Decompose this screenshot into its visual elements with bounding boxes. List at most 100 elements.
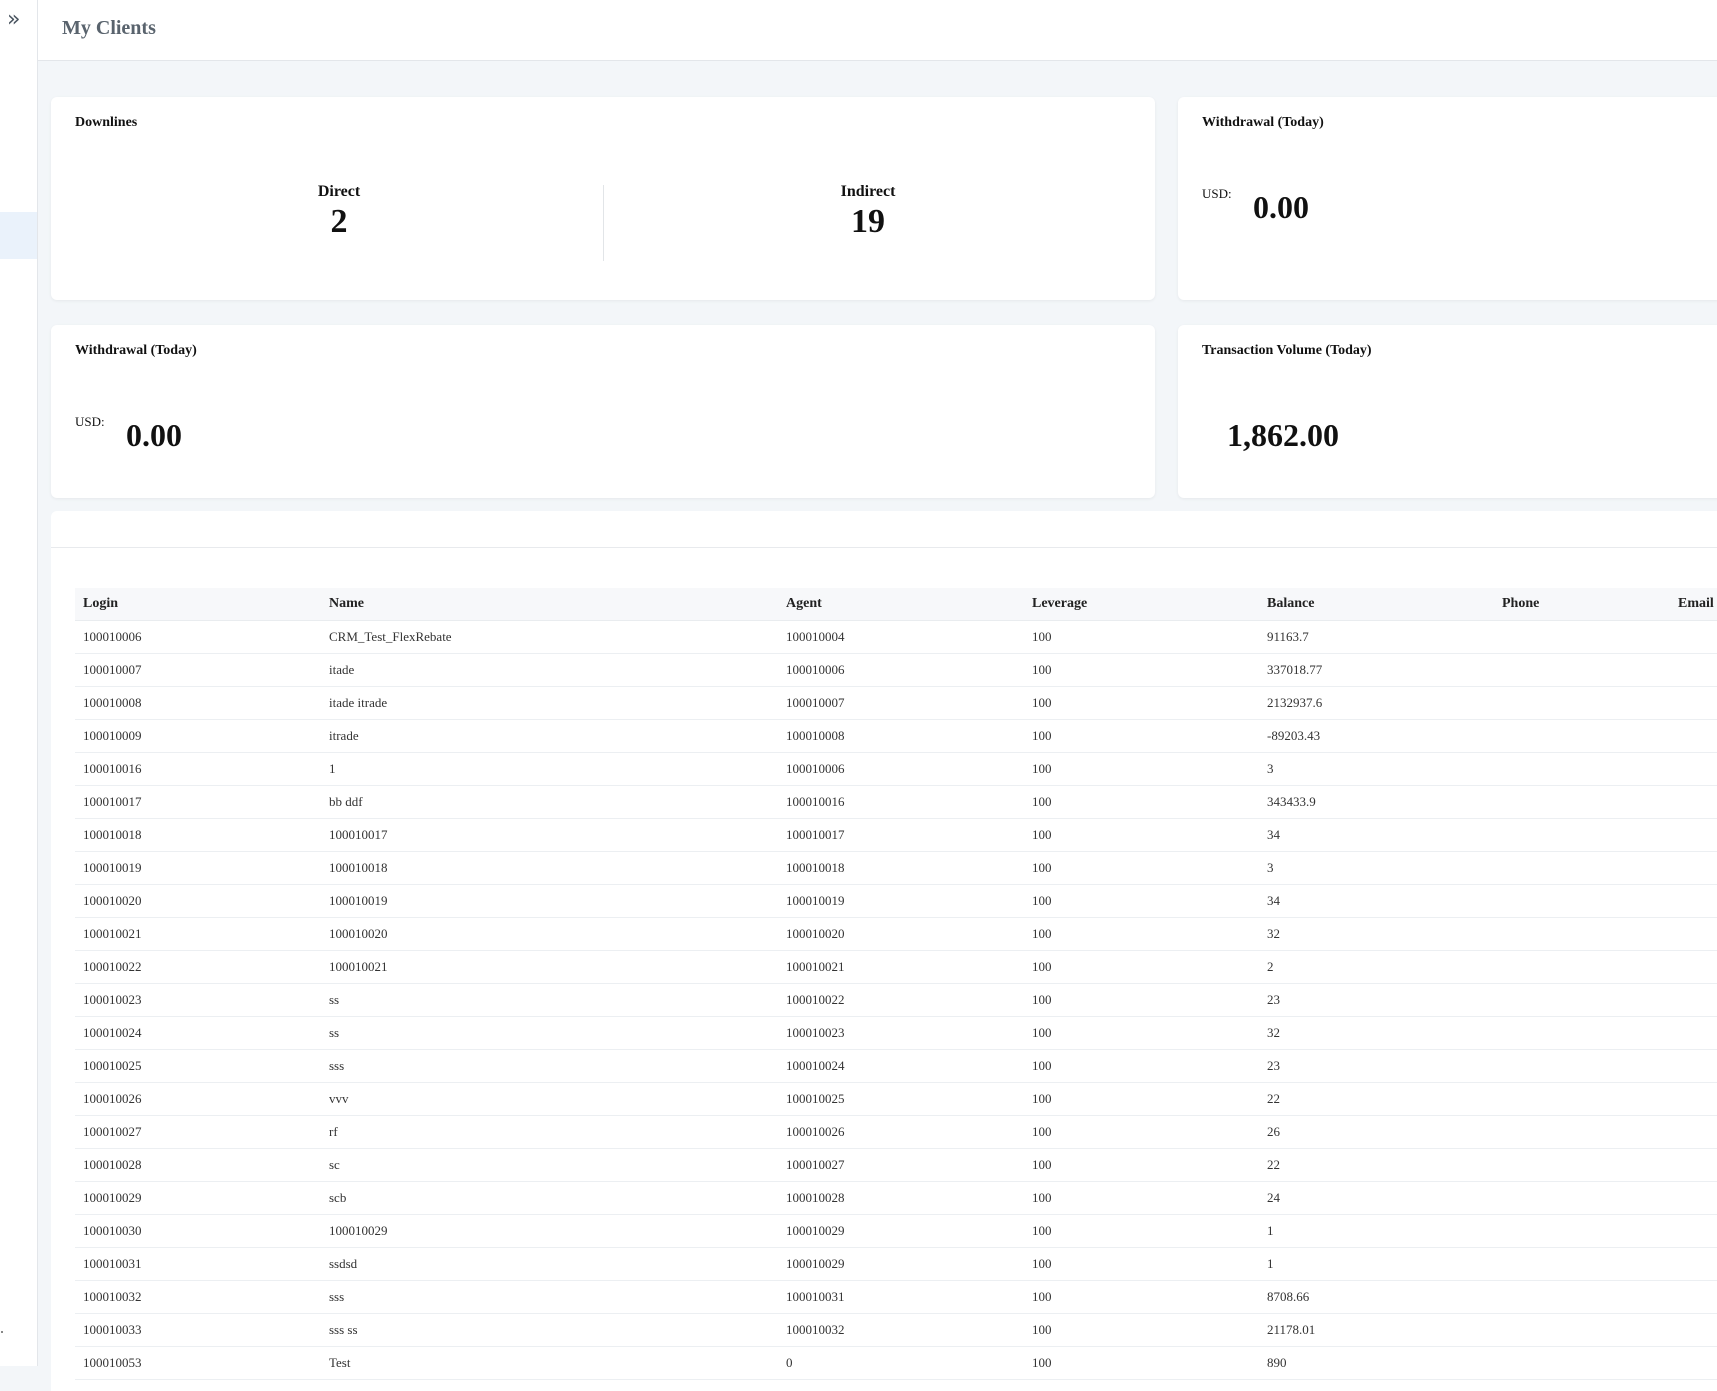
cell-balance: 890 (1259, 1346, 1494, 1380)
table-row[interactable]: 100010030 100010029 100010029 100 1 (75, 1214, 1717, 1248)
table-row[interactable]: 100010018 100010017 100010017 100 34 (75, 818, 1717, 852)
cell-leverage: 100 (1024, 1280, 1259, 1314)
cell-name: CRM_Test_FlexRebate (321, 620, 778, 654)
table-row[interactable]: 100010028 sc 100010027 100 22 (75, 1148, 1717, 1182)
cell-agent: 100010004 (778, 620, 1024, 654)
cell-name: 100010029 (321, 1214, 778, 1248)
clients-table: Login Name Agent Leverage Balance Phone Email … (75, 588, 1717, 1380)
cell-agent: 100010029 (778, 1214, 1024, 1248)
column-header-leverage[interactable]: Leverage (1024, 588, 1259, 621)
cell-balance: -89203.43 (1259, 719, 1494, 753)
column-header-agent[interactable]: Agent (778, 588, 1024, 621)
table-row[interactable]: 100010017 bb ddf 100010016 100 343433.9 (75, 785, 1717, 819)
column-header-phone[interactable]: Phone (1494, 588, 1670, 621)
column-header-name[interactable]: Name (321, 588, 778, 621)
cell-leverage: 100 (1024, 1016, 1259, 1050)
cell-phone (1494, 1049, 1670, 1083)
cell-name: bb ddf (321, 785, 778, 819)
table-row[interactable]: 100010007 itade 100010006 100 337018.77 (75, 653, 1717, 687)
table-row[interactable]: 100010019 100010018 100010018 100 3 (75, 851, 1717, 885)
cell-leverage: 100 (1024, 1247, 1259, 1281)
cell-login: 100010026 (75, 1082, 321, 1116)
expand-sidebar-icon[interactable]: » (7, 9, 20, 31)
column-header-login[interactable]: Login (75, 588, 321, 621)
table-row[interactable]: 100010026 vvv 100010025 100 22 (75, 1082, 1717, 1116)
cell-name: vvv (321, 1082, 778, 1116)
cell-email (1670, 884, 1717, 918)
cell-agent: 100010032 (778, 1313, 1024, 1347)
cell-name: ss (321, 1016, 778, 1050)
cell-leverage: 100 (1024, 1148, 1259, 1182)
table-row[interactable]: 100010016 1 100010006 100 3 (75, 752, 1717, 786)
cell-name: itrade (321, 719, 778, 753)
cell-agent: 100010024 (778, 1049, 1024, 1083)
cell-balance: 23 (1259, 1049, 1494, 1083)
cell-name: Test (321, 1346, 778, 1380)
cell-login: 100010028 (75, 1148, 321, 1182)
cell-email (1670, 851, 1717, 885)
sidebar: » (0, 0, 38, 1366)
table-row[interactable]: 100010021 100010020 100010020 100 32 (75, 917, 1717, 951)
cell-name: sss (321, 1049, 778, 1083)
cell-leverage: 100 (1024, 785, 1259, 819)
table-row[interactable]: 100010008 itade itrade 100010007 100 2132937… (75, 686, 1717, 720)
cell-agent: 100010008 (778, 719, 1024, 753)
cell-login: 100010030 (75, 1214, 321, 1248)
cell-agent: 0 (778, 1346, 1024, 1380)
cell-name: 100010017 (321, 818, 778, 852)
table-row[interactable]: 100010032 sss 100010031 100 8708.66 (75, 1280, 1717, 1314)
cell-name: itade (321, 653, 778, 687)
table-row[interactable]: 100010022 100010021 100010021 100 2 (75, 950, 1717, 984)
table-row[interactable]: 100010027 rf 100010026 100 26 (75, 1115, 1717, 1149)
withdrawal-right-amount: 0.00 (1253, 189, 1309, 225)
cell-balance: 343433.9 (1259, 785, 1494, 819)
table-row[interactable]: 100010023 ss 100010022 100 23 (75, 983, 1717, 1017)
cell-agent: 100010023 (778, 1016, 1024, 1050)
cell-name: 100010019 (321, 884, 778, 918)
table-row[interactable]: 100010006 CRM_Test_FlexRebate 100010004 100… (75, 620, 1717, 654)
cell-balance: 2 (1259, 950, 1494, 984)
cell-name: rf (321, 1115, 778, 1149)
table-row[interactable]: 100010025 sss 100010024 100 23 (75, 1049, 1717, 1083)
cell-login: 100010023 (75, 983, 321, 1017)
cell-agent: 100010021 (778, 950, 1024, 984)
cell-phone (1494, 752, 1670, 786)
cell-balance: 1 (1259, 1247, 1494, 1281)
cell-login: 100010016 (75, 752, 321, 786)
cell-login: 100010018 (75, 818, 321, 852)
cell-email (1670, 653, 1717, 687)
cell-email (1670, 1082, 1717, 1116)
cell-balance: 34 (1259, 818, 1494, 852)
cell-phone (1494, 917, 1670, 951)
column-header-balance[interactable]: Balance (1259, 588, 1494, 621)
cell-balance: 91163.7 (1259, 620, 1494, 654)
sidebar-active-item[interactable] (0, 212, 37, 259)
cell-login: 100010009 (75, 719, 321, 753)
cell-phone (1494, 1082, 1670, 1116)
cell-name: 100010020 (321, 917, 778, 951)
cell-name: 100010018 (321, 851, 778, 885)
table-row[interactable]: 100010009 itrade 100010008 100 -89203.43 (75, 719, 1717, 753)
cell-login: 100010022 (75, 950, 321, 984)
table-row[interactable]: 100010033 sss ss 100010032 100 21178.01 (75, 1313, 1717, 1347)
cell-balance: 21178.01 (1259, 1313, 1494, 1347)
cell-balance: 337018.77 (1259, 653, 1494, 687)
cell-email (1670, 752, 1717, 786)
cell-name: 1 (321, 752, 778, 786)
cell-phone (1494, 983, 1670, 1017)
cell-leverage: 100 (1024, 884, 1259, 918)
cell-email (1670, 1247, 1717, 1281)
table-row[interactable]: 100010020 100010019 100010019 100 34 (75, 884, 1717, 918)
column-header-email[interactable]: Email (1670, 588, 1717, 621)
table-row[interactable]: 100010053 Test 0 100 890 (75, 1346, 1717, 1380)
table-row[interactable]: 100010031 ssdsd 100010029 100 1 (75, 1247, 1717, 1281)
cell-name: ssdsd (321, 1247, 778, 1281)
table-row[interactable]: 100010024 ss 100010023 100 32 (75, 1016, 1717, 1050)
cell-login: 100010008 (75, 686, 321, 720)
withdrawal-left-currency: USD: (75, 414, 105, 429)
cell-email (1670, 1148, 1717, 1182)
cell-login: 100010025 (75, 1049, 321, 1083)
cell-login: 100010027 (75, 1115, 321, 1149)
table-row[interactable]: 100010029 scb 100010028 100 24 (75, 1181, 1717, 1215)
cell-email (1670, 818, 1717, 852)
